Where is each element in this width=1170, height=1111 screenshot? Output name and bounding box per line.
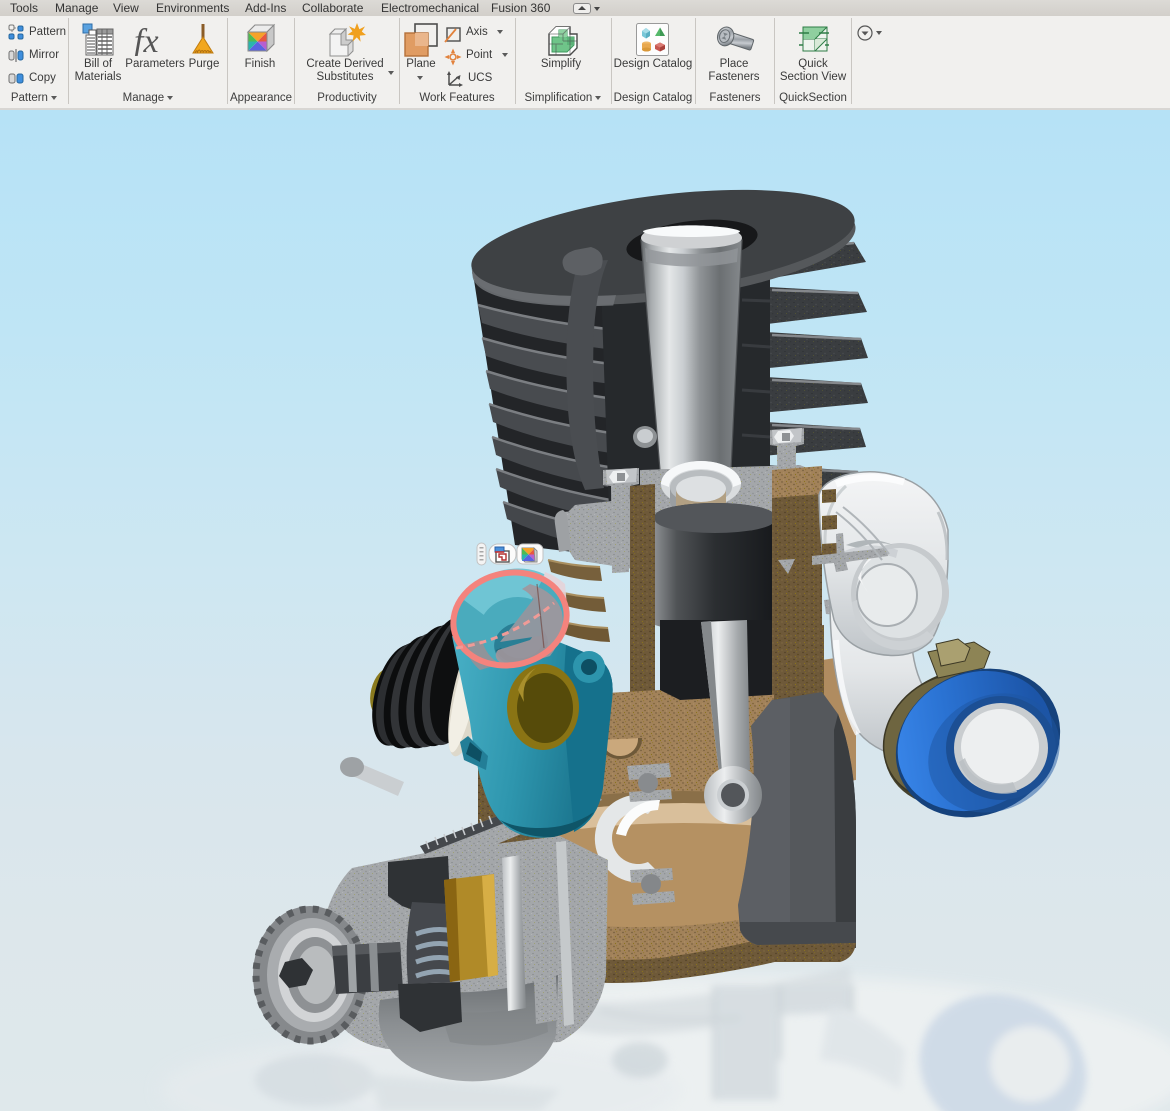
svg-text:fx: fx — [134, 26, 159, 56]
